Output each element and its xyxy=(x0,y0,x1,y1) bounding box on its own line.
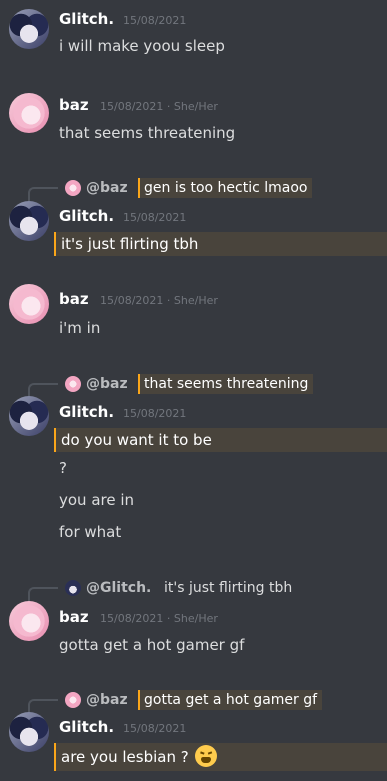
pronouns: She/Her xyxy=(173,612,218,625)
timestamp: 15/08/2021 xyxy=(123,211,187,224)
timestamp-value: 15/08/2021 xyxy=(100,100,164,113)
message-text: for what xyxy=(59,523,122,541)
reply-avatar xyxy=(65,376,81,392)
pronouns: She/Her xyxy=(173,100,218,113)
author-name[interactable]: baz xyxy=(59,290,89,308)
message: @Glitch. it's just flirting tbh baz 15/0… xyxy=(0,570,387,670)
reply-quote[interactable]: gotta get a hot gamer gf xyxy=(138,690,323,710)
meta-separator: · xyxy=(166,612,171,625)
author-name[interactable]: Glitch. xyxy=(59,207,114,225)
weary-face-icon[interactable] xyxy=(195,744,218,767)
reply-author[interactable]: @baz xyxy=(86,690,128,710)
timestamp: 15/08/2021 xyxy=(123,407,187,420)
timestamp: 15/08/2021 · She/Her xyxy=(100,100,218,113)
message: Glitch. 15/08/2021 i will make yoou slee… xyxy=(0,0,387,80)
message: baz 15/08/2021 · She/Her i'm in xyxy=(0,270,387,360)
meta-separator: · xyxy=(166,294,171,307)
avatar[interactable] xyxy=(9,201,49,241)
timestamp: 15/08/2021 xyxy=(123,14,187,27)
reply-author[interactable]: @baz xyxy=(86,178,128,198)
avatar[interactable] xyxy=(9,601,49,641)
author-name[interactable]: Glitch. xyxy=(59,403,114,421)
avatar[interactable] xyxy=(9,284,49,324)
reply-spine xyxy=(28,383,58,397)
reply-author[interactable]: @Glitch. xyxy=(86,578,151,598)
message-text: are you lesbian ? xyxy=(54,743,387,771)
reply-spine xyxy=(28,699,58,713)
message-text: gotta get a hot gamer gf xyxy=(59,636,245,654)
reply-avatar xyxy=(65,180,81,196)
reply-quote[interactable]: it's just flirting tbh xyxy=(160,578,297,598)
reply-spine xyxy=(28,187,58,201)
chat-feed: Glitch. 15/08/2021 i will make yoou slee… xyxy=(0,0,387,781)
avatar[interactable] xyxy=(9,712,49,752)
author-name[interactable]: baz xyxy=(59,96,89,114)
avatar[interactable] xyxy=(9,93,49,133)
reply-preview[interactable]: @baz gen is too hectic lmaoo xyxy=(0,178,387,201)
reply-preview[interactable]: @baz that seems threatening xyxy=(0,374,387,397)
message: @baz that seems threatening Glitch. 15/0… xyxy=(0,365,387,560)
timestamp-value: 15/08/2021 xyxy=(100,294,164,307)
message: baz 15/08/2021 · She/Her that seems thre… xyxy=(0,80,387,170)
timestamp: 15/08/2021 xyxy=(123,722,187,735)
timestamp: 15/08/2021 · She/Her xyxy=(100,294,218,307)
message-text: you are in xyxy=(59,491,135,509)
timestamp: 15/08/2021 · She/Her xyxy=(100,612,218,625)
message-text: it's just flirting tbh xyxy=(54,232,387,256)
message: @baz gotta get a hot gamer gf Glitch. 15… xyxy=(0,680,387,781)
reply-quote[interactable]: gen is too hectic lmaoo xyxy=(138,178,313,198)
message-text: i will make yoou sleep xyxy=(59,37,225,55)
reply-preview[interactable]: @baz gotta get a hot gamer gf xyxy=(0,690,387,713)
reply-spine xyxy=(28,587,58,601)
reply-preview[interactable]: @Glitch. it's just flirting tbh xyxy=(0,578,387,601)
meta-separator: · xyxy=(166,100,171,113)
avatar[interactable] xyxy=(9,396,49,436)
message-text: that seems threatening xyxy=(59,124,236,142)
reply-quote[interactable]: that seems threatening xyxy=(138,374,314,394)
reply-author[interactable]: @baz xyxy=(86,374,128,394)
message-text-content: are you lesbian ? xyxy=(61,748,189,766)
author-name[interactable]: Glitch. xyxy=(59,10,114,28)
author-name[interactable]: baz xyxy=(59,608,89,626)
message-text: do you want it to be xyxy=(54,428,387,452)
avatar[interactable] xyxy=(9,9,49,49)
timestamp-value: 15/08/2021 xyxy=(100,612,164,625)
message-text: i'm in xyxy=(59,319,101,337)
author-name[interactable]: Glitch. xyxy=(59,718,114,736)
reply-avatar xyxy=(65,692,81,708)
message-text: ? xyxy=(59,459,67,477)
reply-avatar xyxy=(65,580,81,596)
pronouns: She/Her xyxy=(173,294,218,307)
message: @baz gen is too hectic lmaoo Glitch. 15/… xyxy=(0,170,387,270)
